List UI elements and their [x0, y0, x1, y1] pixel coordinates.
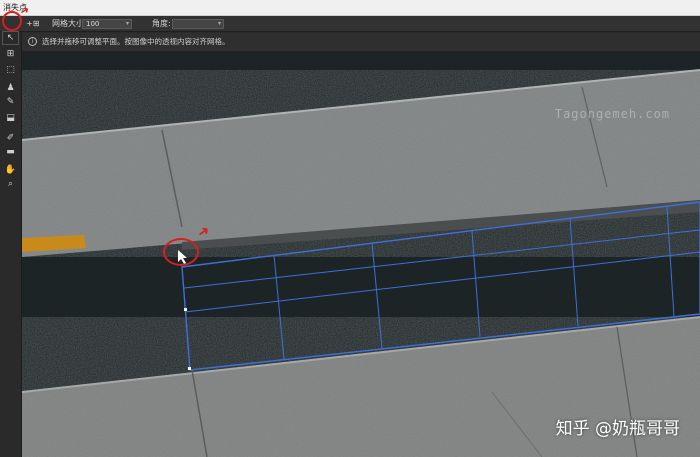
- canvas[interactable]: Tagongemeh.com 知乎 @奶瓶哥哥 ➜: [22, 52, 700, 457]
- transform-icon[interactable]: ⬓: [3, 112, 18, 124]
- highlight-circle: [2, 11, 22, 31]
- create-plane-icon[interactable]: ⊞: [3, 48, 18, 60]
- options-bar: +⊞ 网格大小: 100 ▾ 角度: ▾: [0, 16, 700, 32]
- chevron-down-icon: ▾: [125, 20, 129, 27]
- info-message: 选择并拖移可调整平面。按图像中的透视内容对齐网格。: [42, 37, 230, 46]
- eyedropper-icon[interactable]: ✐: [3, 132, 18, 144]
- ruler-icon[interactable]: ▬: [3, 146, 18, 158]
- stamp-icon[interactable]: ♟: [3, 82, 18, 94]
- grid-size-field[interactable]: 100 ▾: [82, 19, 132, 29]
- marquee-icon[interactable]: ⬚: [3, 64, 18, 76]
- mode-label: +⊞: [26, 19, 40, 28]
- watermark: Tagongemeh.com: [554, 107, 670, 121]
- grid-size-value: 100: [86, 20, 100, 28]
- arrow-pointer-icon[interactable]: ↖: [2, 31, 19, 45]
- angle-label: 角度:: [152, 19, 171, 28]
- brush-icon[interactable]: ✎: [3, 96, 18, 108]
- window-title-bar: 消失点: [0, 0, 700, 16]
- angle-field[interactable]: ▾: [172, 19, 224, 29]
- tool-panel: ↖ ⊞ ⬚ ♟ ✎ ⬓ ✐ ▬ ✋ ⌕: [0, 31, 22, 457]
- zoom-icon[interactable]: ⌕: [3, 178, 18, 190]
- highlight-circle: [163, 238, 199, 266]
- info-icon: i: [28, 37, 37, 46]
- hand-icon[interactable]: ✋: [3, 164, 18, 176]
- info-bar: i 选择并拖移可调整平面。按图像中的透视内容对齐网格。: [22, 33, 700, 52]
- chevron-down-icon: ▾: [217, 20, 221, 27]
- grid-corner-handle[interactable]: [184, 308, 187, 311]
- credit-watermark: 知乎 @奶瓶哥哥: [555, 419, 680, 439]
- grid-corner-handle[interactable]: [188, 367, 191, 370]
